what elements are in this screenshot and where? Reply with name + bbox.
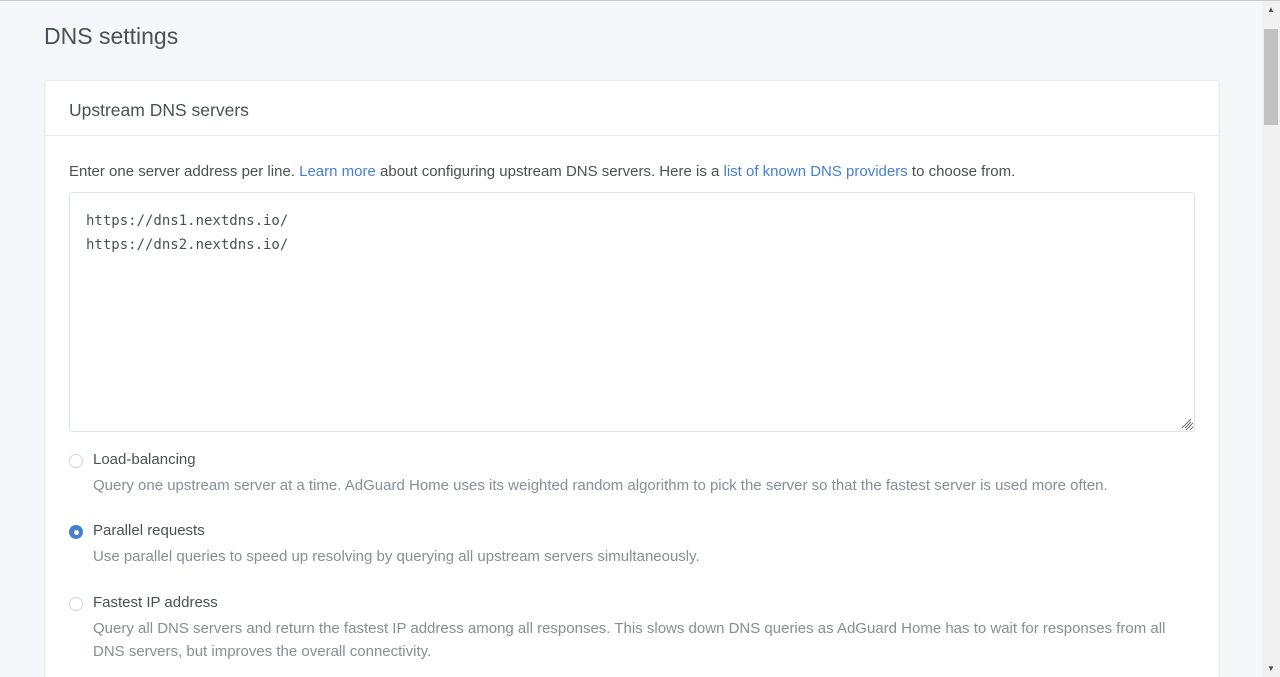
- dns-providers-link[interactable]: list of known DNS providers: [724, 163, 908, 180]
- parallel-requests-description: Use parallel queries to speed up resolvi…: [93, 548, 700, 565]
- parallel-requests-radio[interactable]: [69, 525, 83, 539]
- fastest-ip-description: Query all DNS servers and return the fas…: [93, 620, 1166, 660]
- desc-text-middle: about configuring upstream DNS servers. …: [375, 163, 724, 180]
- load-balancing-label[interactable]: Load-balancing: [93, 451, 196, 468]
- page-title: DNS settings: [44, 23, 179, 49]
- fastest-ip-radio[interactable]: [69, 597, 83, 611]
- parallel-requests-label[interactable]: Parallel requests: [93, 522, 205, 539]
- load-balancing-description: Query one upstream server at a time. AdG…: [93, 477, 1108, 494]
- scroll-down-arrow-icon[interactable]: ▼: [1262, 660, 1280, 677]
- page-content: DNS settings Upstream DNS servers Enter …: [0, 1, 1262, 677]
- learn-more-link[interactable]: Learn more: [299, 163, 376, 180]
- upstream-textarea-wrap: [69, 192, 1195, 432]
- load-balancing-radio[interactable]: [69, 454, 83, 468]
- card-header: Upstream DNS servers: [45, 81, 1219, 136]
- scrollbar-thumb[interactable]: [1264, 29, 1278, 125]
- upstream-dns-card: Upstream DNS servers Enter one server ad…: [44, 80, 1220, 677]
- scroll-up-arrow-icon[interactable]: ▲: [1262, 1, 1280, 18]
- desc-text-after: to choose from.: [907, 163, 1016, 180]
- vertical-scrollbar[interactable]: ▲ ▼: [1262, 1, 1280, 677]
- upstream-description: Enter one server address per line. Learn…: [69, 163, 1015, 180]
- upstream-servers-textarea[interactable]: [69, 192, 1195, 432]
- card-title: Upstream DNS servers: [69, 100, 249, 120]
- fastest-ip-label[interactable]: Fastest IP address: [93, 594, 218, 611]
- desc-text-before: Enter one server address per line.: [69, 163, 300, 180]
